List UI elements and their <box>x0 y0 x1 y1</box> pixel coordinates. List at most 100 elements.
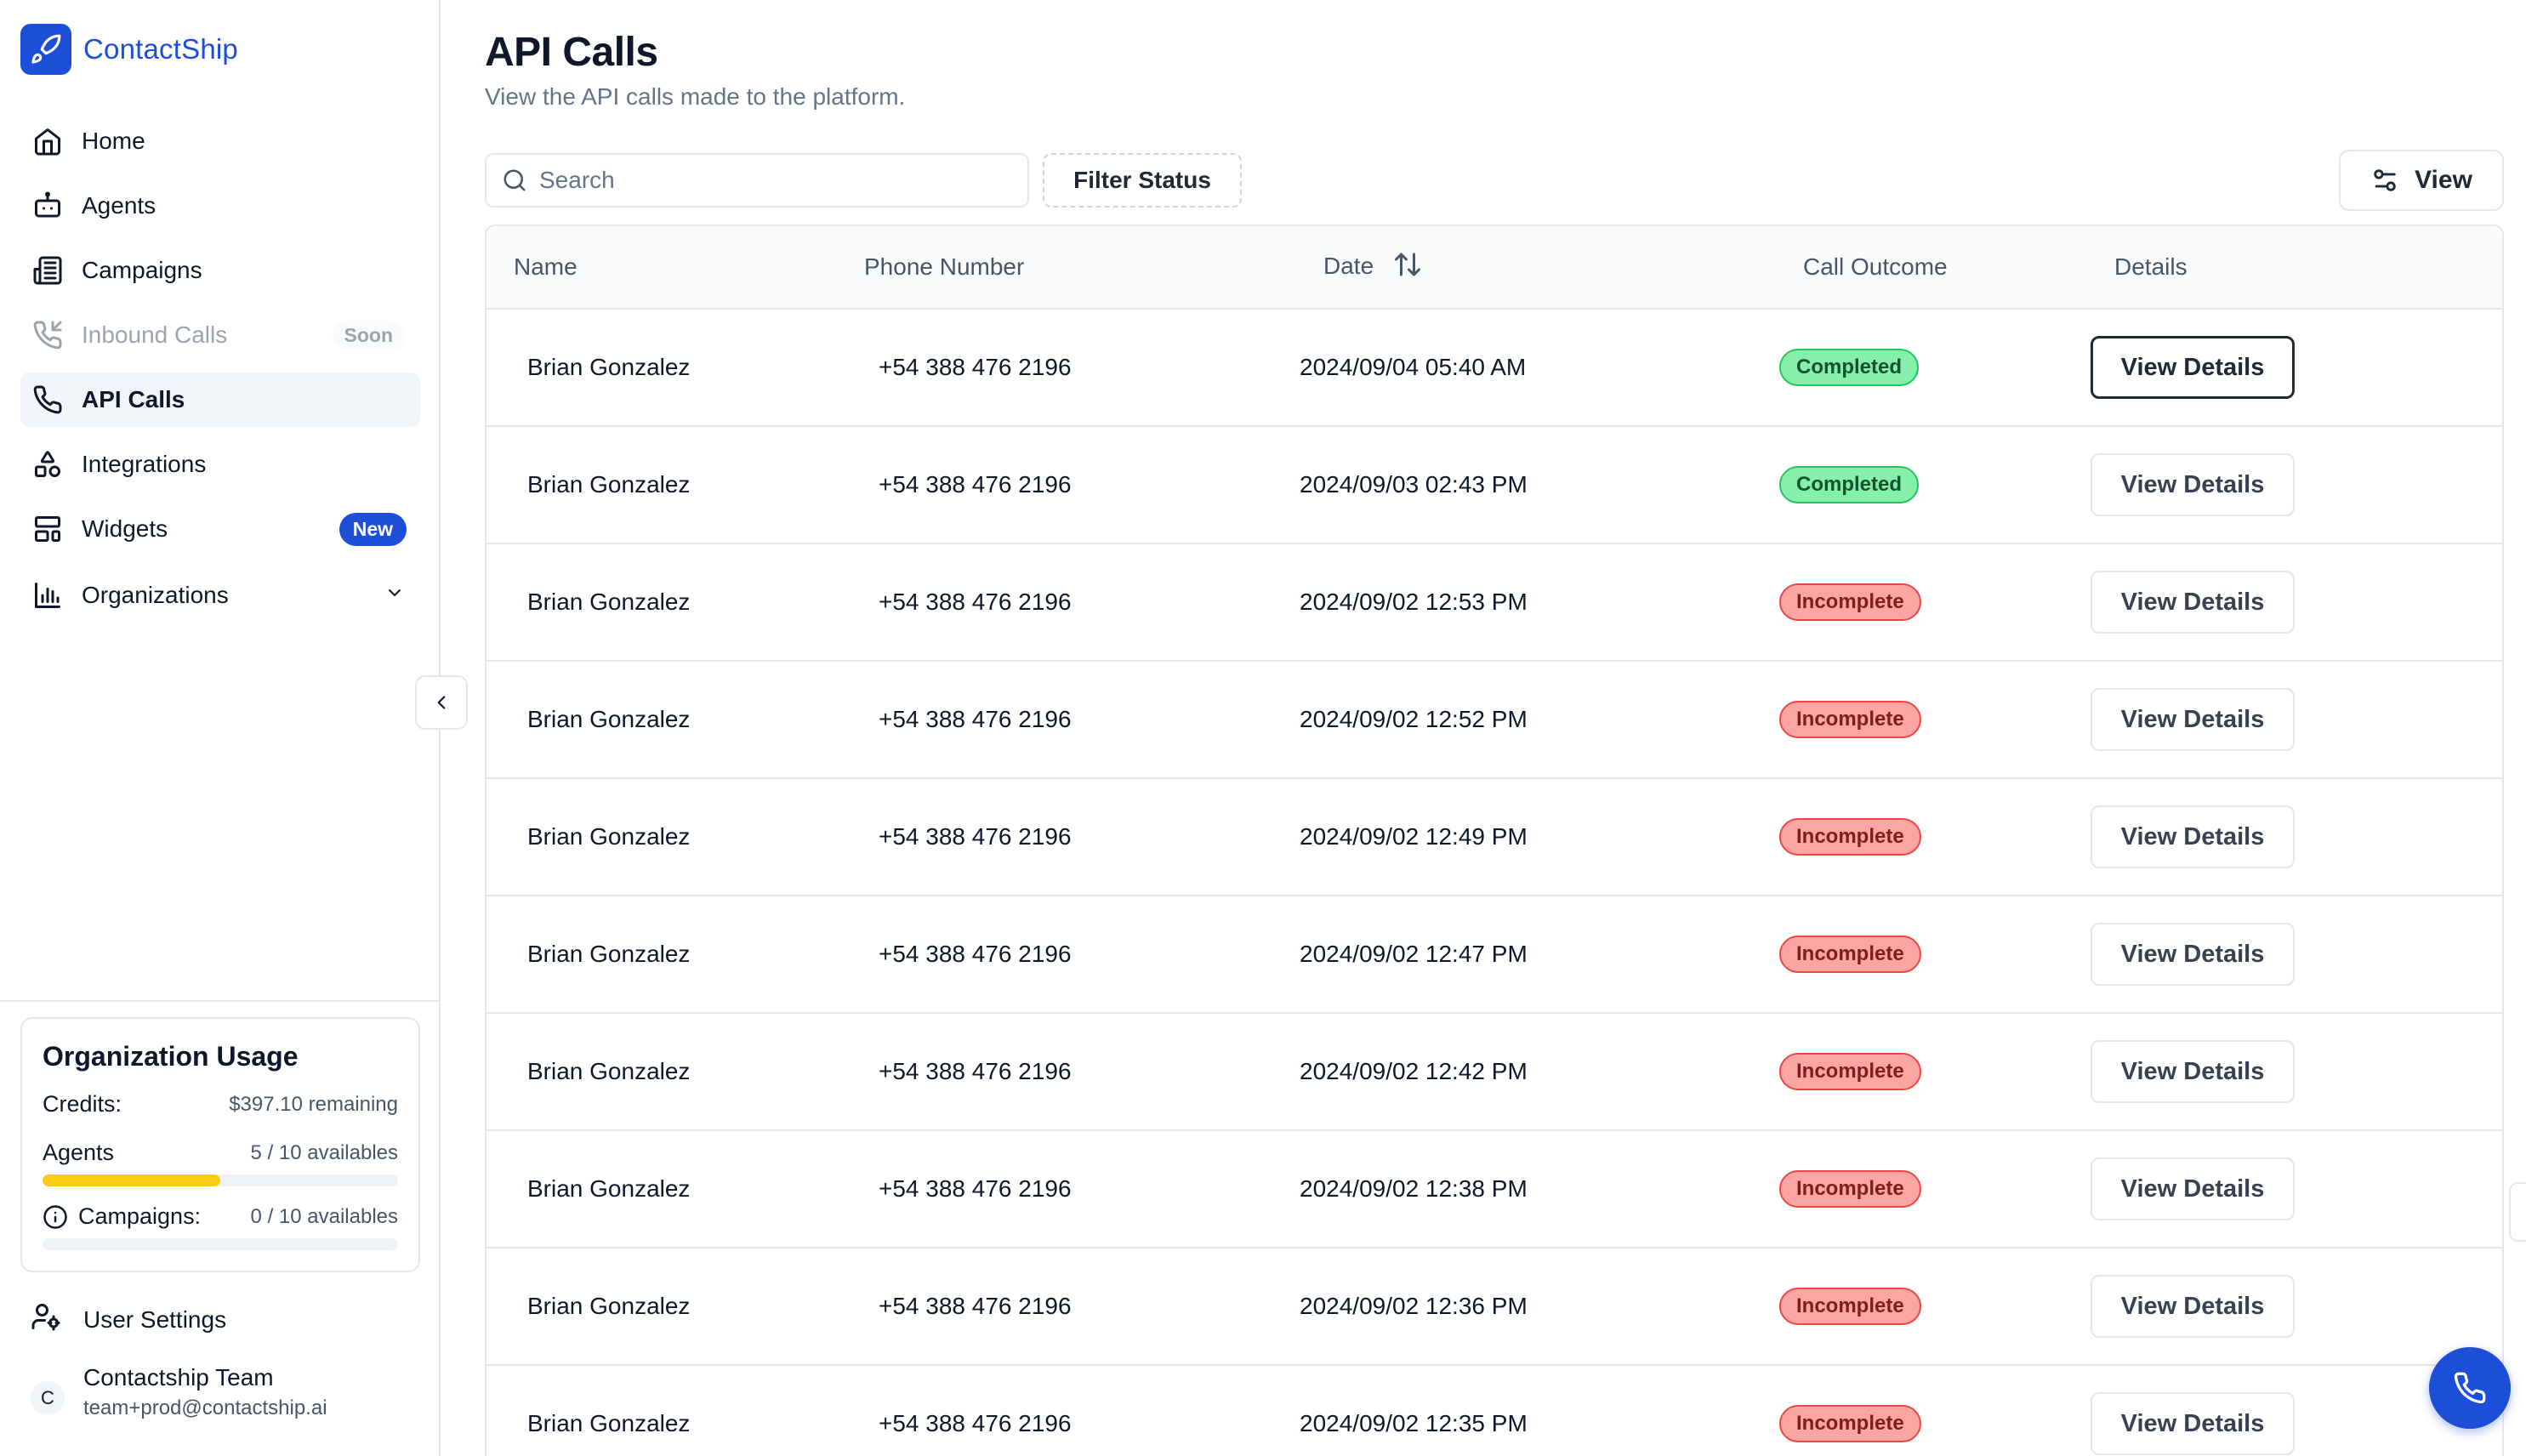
chevron-down-icon[interactable] <box>384 582 405 609</box>
campaigns-value: 0 / 10 availables <box>250 1204 398 1228</box>
table-row: Brian Gonzalez +54 388 476 2196 2024/09/02… <box>486 662 2502 779</box>
cell-date: 2024/09/02 12:47 PM <box>1300 941 1528 967</box>
agents-row: Agents 5 / 10 availables <box>43 1140 398 1166</box>
sidebar-item-integrations[interactable]: Integrations <box>20 437 420 492</box>
sidebar-item-label: Widgets <box>82 515 168 542</box>
call-fab-button[interactable] <box>2429 1347 2511 1429</box>
status-badge: Completed <box>1779 349 1920 386</box>
collapse-sidebar-button[interactable] <box>415 675 468 730</box>
cell-phone: +54 388 476 2196 <box>879 471 1072 498</box>
brand-logo[interactable]: ContactShip <box>20 24 238 75</box>
sidebar-item-home[interactable]: Home <box>20 114 420 168</box>
phone-icon <box>31 383 65 417</box>
agents-value: 5 / 10 availables <box>250 1140 398 1164</box>
cell-outcome: Incomplete <box>1779 583 2091 621</box>
sidebar-divider <box>0 1000 441 1002</box>
cell-details: View Details <box>2091 923 2431 986</box>
cell-name: Brian Gonzalez <box>527 941 691 967</box>
agents-progress-bar <box>43 1174 398 1186</box>
sidebar-item-agents[interactable]: Agents <box>20 179 420 233</box>
sidebar-item-inbound-calls: Inbound Calls Soon <box>20 308 420 362</box>
cell-outcome: Incomplete <box>1779 1053 2091 1090</box>
view-details-button[interactable]: View Details <box>2091 336 2295 399</box>
view-details-button[interactable]: View Details <box>2091 1275 2295 1338</box>
side-panel-handle[interactable] <box>2509 1182 2526 1242</box>
agents-label: Agents <box>43 1140 115 1165</box>
agents-progress-fill <box>43 1174 220 1186</box>
status-badge: Incomplete <box>1779 1405 1921 1442</box>
search-input[interactable] <box>539 167 1016 194</box>
cell-name: Brian Gonzalez <box>527 706 691 732</box>
status-badge: Incomplete <box>1779 1053 1921 1090</box>
cell-details: View Details <box>2091 1157 2431 1220</box>
view-details-button[interactable]: View Details <box>2091 1157 2295 1220</box>
cell-name: Brian Gonzalez <box>527 589 691 615</box>
sort-icon[interactable] <box>1392 249 1423 286</box>
cell-outcome: Incomplete <box>1779 701 2091 738</box>
account-menu[interactable]: C Contactship Team team+prod@contactship… <box>31 1364 327 1420</box>
avatar: C <box>31 1381 65 1415</box>
table-row: Brian Gonzalez +54 388 476 2196 2024/09/02… <box>486 1366 2502 1456</box>
view-details-button[interactable]: View Details <box>2091 571 2295 634</box>
sidebar-item-api-calls[interactable]: API Calls <box>20 373 420 427</box>
credits-label: Credits: <box>43 1091 122 1117</box>
column-name: Name <box>514 253 577 280</box>
filter-status-button[interactable]: Filter Status <box>1043 153 1242 208</box>
cell-date: 2024/09/02 12:35 PM <box>1300 1410 1528 1436</box>
column-date[interactable]: Date <box>1323 249 1803 286</box>
api-calls-table: Name Phone Number Date Call Outcome Deta… <box>485 225 2504 1456</box>
cell-phone: +54 388 476 2196 <box>879 589 1072 615</box>
table-body: Brian Gonzalez +54 388 476 2196 2024/09/04… <box>486 310 2502 1456</box>
cell-name: Brian Gonzalez <box>527 1175 691 1202</box>
cell-details: View Details <box>2091 1392 2431 1455</box>
view-details-button[interactable]: View Details <box>2091 1040 2295 1103</box>
sidebar-item-label: Home <box>82 128 145 154</box>
cell-outcome: Incomplete <box>1779 818 2091 856</box>
table-row: Brian Gonzalez +54 388 476 2196 2024/09/02… <box>486 779 2502 896</box>
status-badge: Incomplete <box>1779 936 1921 973</box>
info-icon[interactable] <box>43 1204 68 1230</box>
cell-outcome: Completed <box>1779 349 2091 386</box>
view-details-button[interactable]: View Details <box>2091 805 2295 868</box>
view-details-button[interactable]: View Details <box>2091 453 2295 516</box>
view-details-button[interactable]: View Details <box>2091 688 2295 751</box>
view-details-button[interactable]: View Details <box>2091 923 2295 986</box>
cell-name: Brian Gonzalez <box>527 1058 691 1084</box>
cell-phone: +54 388 476 2196 <box>879 941 1072 967</box>
sidebar-item-campaigns[interactable]: Campaigns <box>20 243 420 298</box>
account-name: Contactship Team <box>83 1364 274 1391</box>
table-row: Brian Gonzalez +54 388 476 2196 2024/09/02… <box>486 1248 2502 1366</box>
sidebar-item-organizations[interactable]: Organizations <box>20 568 420 623</box>
sidebar-item-label: Inbound Calls <box>82 321 228 348</box>
column-phone: Phone Number <box>864 253 1025 280</box>
cell-outcome: Completed <box>1779 466 2091 503</box>
view-label: View <box>2415 166 2472 194</box>
chevron-left-icon <box>430 691 452 714</box>
cell-phone: +54 388 476 2196 <box>879 1293 1072 1319</box>
status-badge: Incomplete <box>1779 818 1921 856</box>
cell-name: Brian Gonzalez <box>527 354 691 380</box>
cell-phone: +54 388 476 2196 <box>879 1175 1072 1202</box>
sliders-icon <box>2370 166 2399 195</box>
table-row: Brian Gonzalez +54 388 476 2196 2024/09/03… <box>486 427 2502 544</box>
sidebar-item-widgets[interactable]: Widgets New <box>20 502 420 556</box>
phone-icon <box>2453 1371 2487 1405</box>
search-box <box>485 153 1029 208</box>
sidebar-item-label: Agents <box>82 192 156 219</box>
table-row: Brian Gonzalez +54 388 476 2196 2024/09/02… <box>486 896 2502 1014</box>
cell-date: 2024/09/03 02:43 PM <box>1300 471 1528 498</box>
user-settings-link[interactable]: User Settings <box>31 1301 226 1338</box>
credits-value: $397.10 remaining <box>229 1092 398 1116</box>
cell-outcome: Incomplete <box>1779 1170 2091 1208</box>
table-row: Brian Gonzalez +54 388 476 2196 2024/09/02… <box>486 1131 2502 1248</box>
new-badge: New <box>339 512 407 546</box>
rocket-icon <box>20 24 71 75</box>
cell-date: 2024/09/02 12:36 PM <box>1300 1293 1528 1319</box>
page-subtitle: View the API calls made to the platform. <box>485 83 906 110</box>
view-details-button[interactable]: View Details <box>2091 1392 2295 1455</box>
view-options-button[interactable]: View <box>2339 150 2504 211</box>
sidebar-item-label: Integrations <box>82 451 207 477</box>
table-row: Brian Gonzalez +54 388 476 2196 2024/09/04… <box>486 310 2502 427</box>
sidebar-item-label: API Calls <box>82 386 185 412</box>
newspaper-icon <box>31 253 65 287</box>
